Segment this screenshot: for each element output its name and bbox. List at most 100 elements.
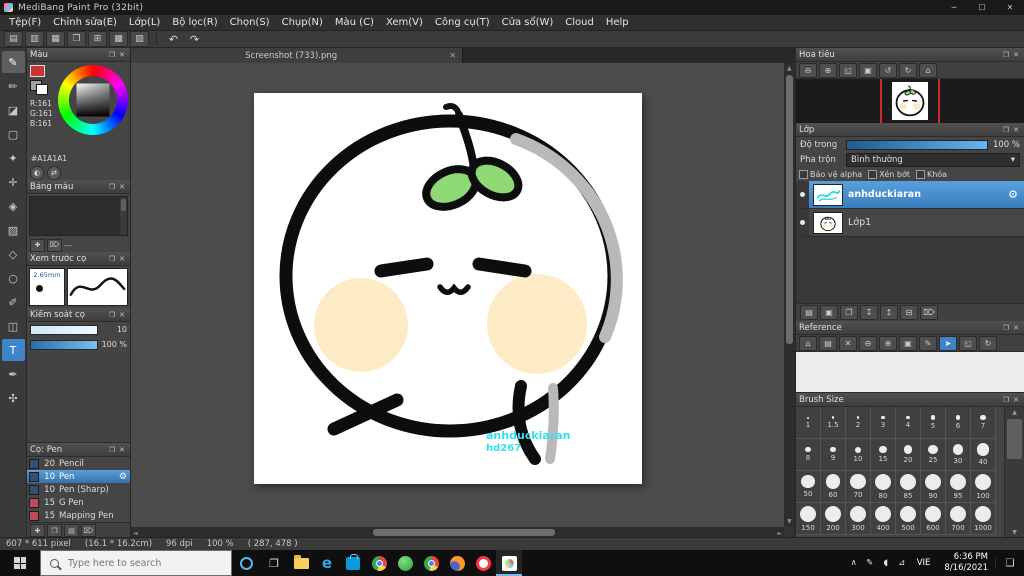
taskbar-search-input[interactable]: [66, 556, 231, 570]
export-button[interactable]: ❐: [67, 31, 86, 47]
brush-size-cell[interactable]: 2: [846, 407, 871, 439]
ref-close-button[interactable]: ✕: [839, 335, 857, 351]
brush-size-cell[interactable]: 9: [821, 439, 846, 471]
close-button[interactable]: ✕: [996, 0, 1024, 15]
nav-zoom-in-button[interactable]: ⊕: [819, 62, 837, 78]
ref-picker-button[interactable]: ➤: [939, 335, 957, 351]
marquee-tool-button[interactable]: ▢: [2, 123, 25, 145]
add-layer-folder-button[interactable]: ▣: [820, 305, 838, 320]
brush-settings-gear-icon[interactable]: ⚙: [119, 472, 127, 482]
menu-item-4[interactable]: Chọn(S): [224, 17, 276, 28]
task-view-button[interactable]: ❐: [260, 550, 288, 576]
brush-tool-button[interactable]: ✎: [1, 51, 25, 73]
brush-list-close-icon[interactable]: ✕: [117, 446, 127, 454]
slice-tool-button[interactable]: ◫: [2, 315, 25, 337]
brush-size-cell[interactable]: 15: [871, 439, 896, 471]
brush-size-cell[interactable]: 600: [921, 503, 946, 535]
medibang-button[interactable]: [496, 550, 522, 576]
save-button[interactable]: ▦: [46, 31, 65, 47]
brush-control-popout-icon[interactable]: ❐: [107, 311, 117, 319]
canvas[interactable]: anhduckiaran hd267: [254, 93, 642, 484]
brush-size-close-icon[interactable]: ✕: [1011, 396, 1021, 404]
brush-item-pen-sharp[interactable]: 10 Pen (Sharp): [27, 483, 130, 496]
layer-opacity-slider[interactable]: [846, 139, 988, 150]
menu-item-8[interactable]: Công cụ(T): [429, 17, 496, 28]
clipping-checkbox[interactable]: Xén bớt: [868, 169, 910, 179]
brush-size-popout-icon[interactable]: ❐: [1001, 396, 1011, 404]
raise-layer-button[interactable]: ↥: [880, 305, 898, 320]
menu-item-0[interactable]: Tệp(F): [3, 17, 47, 28]
layers-close-icon[interactable]: ✕: [1011, 126, 1021, 134]
opera-button[interactable]: [470, 550, 496, 576]
brush-control-close-icon[interactable]: ✕: [117, 311, 127, 319]
eraser-tool-button[interactable]: ◪: [2, 99, 25, 121]
current-color-swatch[interactable]: [30, 65, 45, 77]
taskbar-clock[interactable]: 6:36 PM 8/16/2021: [937, 552, 995, 574]
taskbar-search[interactable]: [40, 550, 232, 576]
new-file-button[interactable]: ▤: [4, 31, 23, 47]
layers-popout-icon[interactable]: ❐: [1001, 126, 1011, 134]
blend-mode-select[interactable]: Bình thường ▾: [846, 152, 1020, 167]
document-tab-close-icon[interactable]: ✕: [449, 51, 456, 60]
nav-rotate-right-button[interactable]: ↻: [899, 62, 917, 78]
canvas-viewport[interactable]: anhduckiaran hd267 ▲ ▼ ◄ ►: [131, 63, 795, 538]
layer-settings-gear-icon[interactable]: ⚙: [1008, 188, 1018, 201]
menu-item-11[interactable]: Help: [600, 17, 635, 28]
menu-item-1[interactable]: Chỉnh sửa(E): [47, 17, 123, 28]
brush-size-cell[interactable]: 85: [896, 471, 921, 503]
color-mode-button[interactable]: ◐: [30, 165, 44, 180]
document-tab[interactable]: Screenshot (733).png ✕: [131, 48, 463, 63]
brush-size-cell[interactable]: 100: [971, 471, 996, 503]
ref-home-button[interactable]: ⌂: [799, 335, 817, 351]
menu-item-10[interactable]: Cloud: [559, 17, 600, 28]
swap-color-button[interactable]: ⇄: [47, 165, 61, 180]
add-brush-button[interactable]: ✚: [30, 524, 45, 537]
tray-expand-button[interactable]: ∧: [846, 558, 862, 568]
protect-alpha-checkbox[interactable]: Bảo vệ alpha: [799, 169, 862, 179]
lock-checkbox[interactable]: Khóa: [915, 169, 947, 179]
nav-rotate-left-button[interactable]: ↺: [879, 62, 897, 78]
shape-tool-button[interactable]: ◇: [2, 243, 25, 265]
text-tool-button[interactable]: T: [1, 339, 25, 361]
brush-size-cell[interactable]: 400: [871, 503, 896, 535]
grid-toggle-button[interactable]: ▩: [109, 31, 128, 47]
brush-size-cell[interactable]: 300: [846, 503, 871, 535]
brush-size-scroll-thumb[interactable]: [1007, 419, 1022, 459]
saturation-value-box[interactable]: [76, 83, 110, 117]
tray-network-button[interactable]: ⊿: [894, 558, 910, 568]
scroll-up-icon[interactable]: ▲: [1005, 409, 1024, 416]
color-panel-close-icon[interactable]: ✕: [117, 51, 127, 59]
green-app-button[interactable]: [392, 550, 418, 576]
ref-crop-button[interactable]: ◱: [959, 335, 977, 351]
layer-visibility-toggle[interactable]: [796, 181, 809, 208]
ref-zoom-in-button[interactable]: ⊕: [879, 335, 897, 351]
minimize-button[interactable]: ─: [940, 0, 968, 15]
move-tool-button[interactable]: ✛: [2, 171, 25, 193]
brush-size-cell[interactable]: 1.5: [821, 407, 846, 439]
brush-size-cell[interactable]: 700: [946, 503, 971, 535]
merge-layer-down-button[interactable]: ↧: [860, 305, 878, 320]
ref-zoom-out-button[interactable]: ⊖: [859, 335, 877, 351]
tray-pen-button[interactable]: ✎: [862, 558, 878, 568]
navigator-popout-icon[interactable]: ❐: [1001, 51, 1011, 59]
firefox-button[interactable]: [444, 550, 470, 576]
vertical-scroll-thumb[interactable]: [786, 75, 793, 345]
brush-size-cell[interactable]: 60: [821, 471, 846, 503]
menu-item-5[interactable]: Chụp(N): [276, 17, 329, 28]
pencil-tool-button[interactable]: ✏: [2, 75, 25, 97]
scroll-down-icon[interactable]: ▼: [787, 518, 792, 525]
delete-layer-button[interactable]: ⌦: [920, 305, 938, 320]
reference-popout-icon[interactable]: ❐: [1001, 324, 1011, 332]
brush-size-cell[interactable]: 80: [871, 471, 896, 503]
brush-size-cell[interactable]: 7: [971, 407, 996, 439]
brush-size-cell[interactable]: 50: [796, 471, 821, 503]
brush-menu-button[interactable]: ▤: [64, 524, 79, 537]
nav-zoom-out-button[interactable]: ⊖: [799, 62, 817, 78]
nav-actual-size-button[interactable]: ▣: [859, 62, 877, 78]
reference-close-icon[interactable]: ✕: [1011, 324, 1021, 332]
vertical-scrollbar[interactable]: ▲ ▼: [784, 63, 795, 527]
brush-size-cell[interactable]: 8: [796, 439, 821, 471]
edge-button[interactable]: e: [314, 550, 340, 576]
brush-size-cell[interactable]: 1000: [971, 503, 996, 535]
undo-button[interactable]: ↶: [164, 32, 183, 47]
